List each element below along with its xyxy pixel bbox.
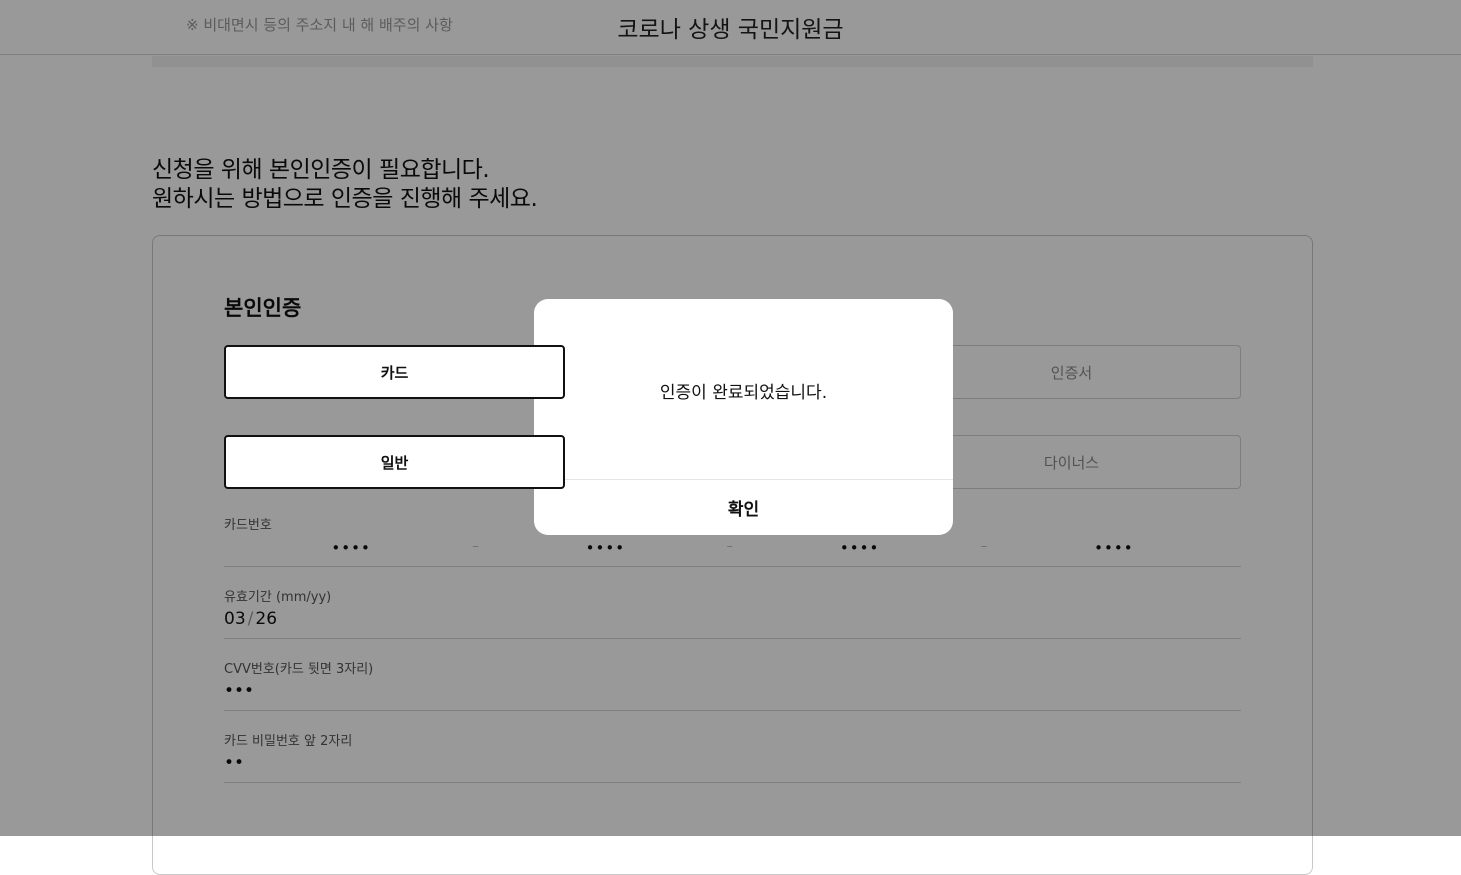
tab-card[interactable]: 카드 — [224, 345, 565, 399]
confirm-button[interactable]: 확인 — [534, 480, 953, 535]
dialog-message: 인증이 완료되었습니다. — [659, 383, 828, 403]
tab-card-general[interactable]: 일반 — [224, 435, 565, 489]
alert-dialog: 인증이 완료되었습니다. 확인 — [534, 299, 953, 535]
